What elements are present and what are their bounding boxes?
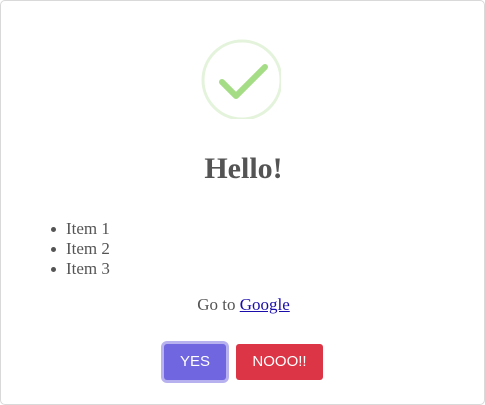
list-item: Item 2: [51, 239, 110, 258]
item-list: Item 1 Item 2 Item 3: [51, 219, 110, 279]
alert-dialog: Hello! Item 1 Item 2 Item 3 Go to Google…: [0, 0, 485, 405]
success-check-icon: [201, 39, 281, 119]
yes-button[interactable]: YES: [164, 344, 226, 380]
dialog-title: Hello!: [204, 152, 283, 185]
list-item: Item 1: [51, 219, 110, 238]
list-item: Item 3: [51, 259, 110, 278]
no-button[interactable]: NOOO!!: [236, 344, 323, 380]
goto-prefix: Go to: [197, 295, 236, 314]
goto-line: Go to Google: [1, 294, 485, 316]
google-link[interactable]: Google: [240, 295, 290, 314]
